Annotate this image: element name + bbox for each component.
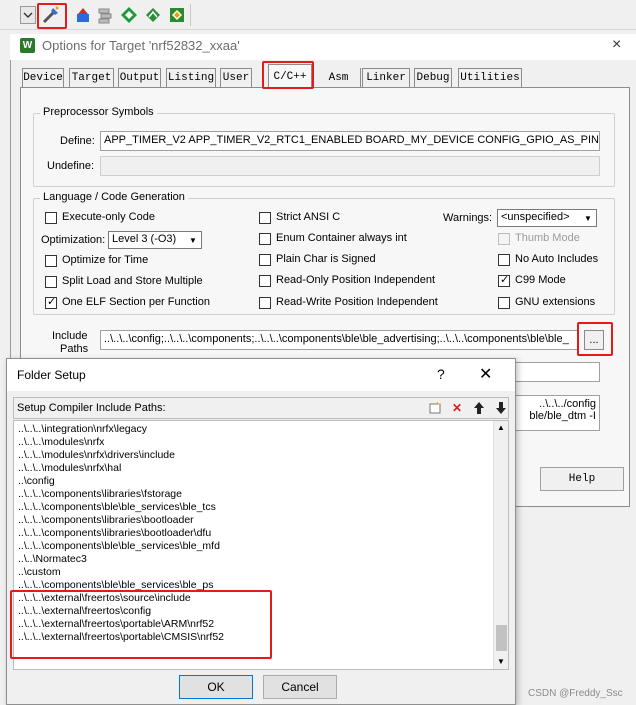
browse-highlight	[577, 322, 613, 356]
list-item[interactable]: ..\..\..\components\libraries\bootloader	[18, 514, 194, 527]
preprocessor-title: Preprocessor Symbols	[40, 106, 157, 118]
undefine-field[interactable]	[100, 156, 600, 176]
tab-linker[interactable]: Linker	[362, 68, 410, 87]
list-item[interactable]: ..\..\..\components\ble\ble_services\ble…	[18, 501, 216, 514]
warnings-label: Warnings:	[443, 212, 493, 224]
keil-app-icon: W	[20, 38, 35, 53]
list-item[interactable]: ..\..\..\integration\nrfx\legacy	[18, 423, 147, 436]
rw-pi-checkbox[interactable]	[259, 297, 271, 309]
list-item[interactable]: ..\..\..\components\libraries\bootloader…	[18, 527, 211, 540]
include-paths-header-label: Setup Compiler Include Paths:	[17, 402, 166, 414]
load-icon[interactable]	[72, 4, 94, 26]
optimize-time-label: Optimize for Time	[62, 254, 149, 266]
warnings-value: <unspecified>	[501, 211, 570, 223]
chevron-down-icon: ▼	[584, 213, 592, 223]
include-paths-header: Setup Compiler Include Paths: ✕	[13, 397, 509, 419]
tab-target[interactable]: Target	[69, 68, 114, 87]
split-load-checkbox[interactable]	[45, 276, 57, 288]
paths-label: Paths	[60, 343, 89, 355]
rw-pi-label: Read-Write Position Independent	[276, 296, 438, 308]
tab-user[interactable]: User	[220, 68, 252, 87]
thumb-mode-label: Thumb Mode	[515, 232, 580, 244]
include-paths-field[interactable]: ..\..\..\config;..\..\..\components;..\.…	[100, 330, 578, 350]
cancel-button[interactable]: Cancel	[263, 675, 337, 699]
tab-device[interactable]: Device	[22, 68, 64, 87]
execute-only-label: Execute-only Code	[62, 211, 155, 223]
list-item[interactable]: ..\..\..\components\libraries\fstorage	[18, 488, 182, 501]
help-icon[interactable]: ?	[437, 366, 445, 382]
list-item[interactable]: ..\..\Normatec3	[18, 553, 87, 566]
close-icon[interactable]: ✕	[479, 364, 492, 384]
list-item[interactable]: ..\..\..\modules\nrfx\hal	[18, 462, 121, 475]
chevron-down-icon: ▼	[189, 235, 197, 245]
plain-char-label: Plain Char is Signed	[276, 253, 376, 265]
no-auto-includes-checkbox[interactable]	[498, 254, 510, 266]
one-elf-checkbox[interactable]	[45, 295, 57, 309]
watermark: CSDN @Freddy_Ssc	[528, 688, 623, 699]
no-auto-includes-label: No Auto Includes	[515, 253, 599, 265]
define-field[interactable]: APP_TIMER_V2 APP_TIMER_V2_RTC1_ENABLED B…	[100, 131, 600, 151]
c99-mode-checkbox[interactable]	[498, 273, 510, 287]
tab-output[interactable]: Output	[118, 68, 161, 87]
warnings-select[interactable]: <unspecified> ▼	[497, 209, 597, 227]
tab-debug[interactable]: Debug	[414, 68, 452, 87]
optimize-time-checkbox[interactable]	[45, 255, 57, 267]
thumb-mode-checkbox[interactable]	[498, 233, 510, 245]
optimization-label: Optimization:	[41, 234, 106, 246]
scrollbar[interactable]: ▲ ▼	[493, 421, 508, 669]
one-elf-label: One ELF Section per Function	[62, 296, 210, 308]
execute-only-checkbox[interactable]	[45, 212, 57, 224]
scroll-down-icon[interactable]: ▼	[497, 657, 505, 666]
move-down-icon[interactable]	[492, 400, 510, 416]
toolbar-divider	[190, 4, 191, 26]
diamond-icon[interactable]	[118, 4, 140, 26]
c99-mode-label: C99 Mode	[515, 274, 566, 286]
scroll-up-icon[interactable]: ▲	[497, 423, 505, 432]
folder-setup-titlebar: Folder Setup ? ✕	[7, 359, 515, 391]
include-label: Include	[52, 330, 88, 342]
toolbar	[0, 0, 636, 30]
list-item[interactable]: ..\..\..\components\ble\ble_services\ble…	[18, 540, 220, 553]
tab-listing[interactable]: Listing	[166, 68, 216, 87]
tab-asm[interactable]: Asm	[317, 68, 361, 87]
toolbar-dropdown-icon[interactable]	[20, 6, 36, 24]
plain-char-checkbox[interactable]	[259, 254, 271, 266]
c-cpp-tab-highlight	[262, 61, 314, 89]
strict-ansi-checkbox[interactable]	[259, 212, 271, 224]
enum-container-checkbox[interactable]	[259, 233, 271, 245]
tab-utilities[interactable]: Utilities	[458, 68, 522, 87]
folder-setup-title: Folder Setup	[17, 368, 86, 382]
flash-icon[interactable]	[166, 4, 188, 26]
split-load-label: Split Load and Store Multiple	[62, 275, 203, 287]
delete-icon[interactable]: ✕	[448, 400, 466, 416]
optimization-select[interactable]: Level 3 (-O3) ▼	[108, 231, 202, 249]
enum-container-label: Enum Container always int	[276, 232, 407, 244]
freertos-paths-highlight	[10, 590, 272, 659]
options-icon-highlight	[37, 3, 67, 29]
list-item[interactable]: ..\..\..\modules\nrfx	[18, 436, 104, 449]
move-up-icon[interactable]	[470, 400, 488, 416]
scrollbar-thumb[interactable]	[496, 625, 507, 651]
debug-icon[interactable]	[142, 4, 164, 26]
strict-ansi-label: Strict ANSI C	[276, 211, 341, 223]
ok-button[interactable]: OK	[179, 675, 253, 699]
list-item[interactable]: ..\config	[18, 475, 55, 488]
list-item[interactable]: ..\..\..\modules\nrfx\drivers\include	[18, 449, 175, 462]
optimization-value: Level 3 (-O3)	[112, 233, 177, 245]
undefine-label: Undefine:	[47, 160, 95, 172]
list-item[interactable]: ..\custom	[18, 566, 61, 579]
gnu-extensions-checkbox[interactable]	[498, 297, 510, 309]
new-folder-icon[interactable]	[426, 400, 444, 416]
ro-pi-label: Read-Only Position Independent	[276, 274, 435, 286]
language-title: Language / Code Generation	[40, 191, 188, 203]
options-close-icon[interactable]: ×	[612, 36, 621, 54]
ro-pi-checkbox[interactable]	[259, 275, 271, 287]
define-label: Define:	[60, 135, 95, 147]
stack-icon[interactable]	[94, 4, 116, 26]
help-button[interactable]: Help	[540, 467, 624, 491]
options-dialog-title: Options for Target 'nrf52832_xxaa'	[42, 38, 240, 53]
gnu-extensions-label: GNU extensions	[515, 296, 596, 308]
